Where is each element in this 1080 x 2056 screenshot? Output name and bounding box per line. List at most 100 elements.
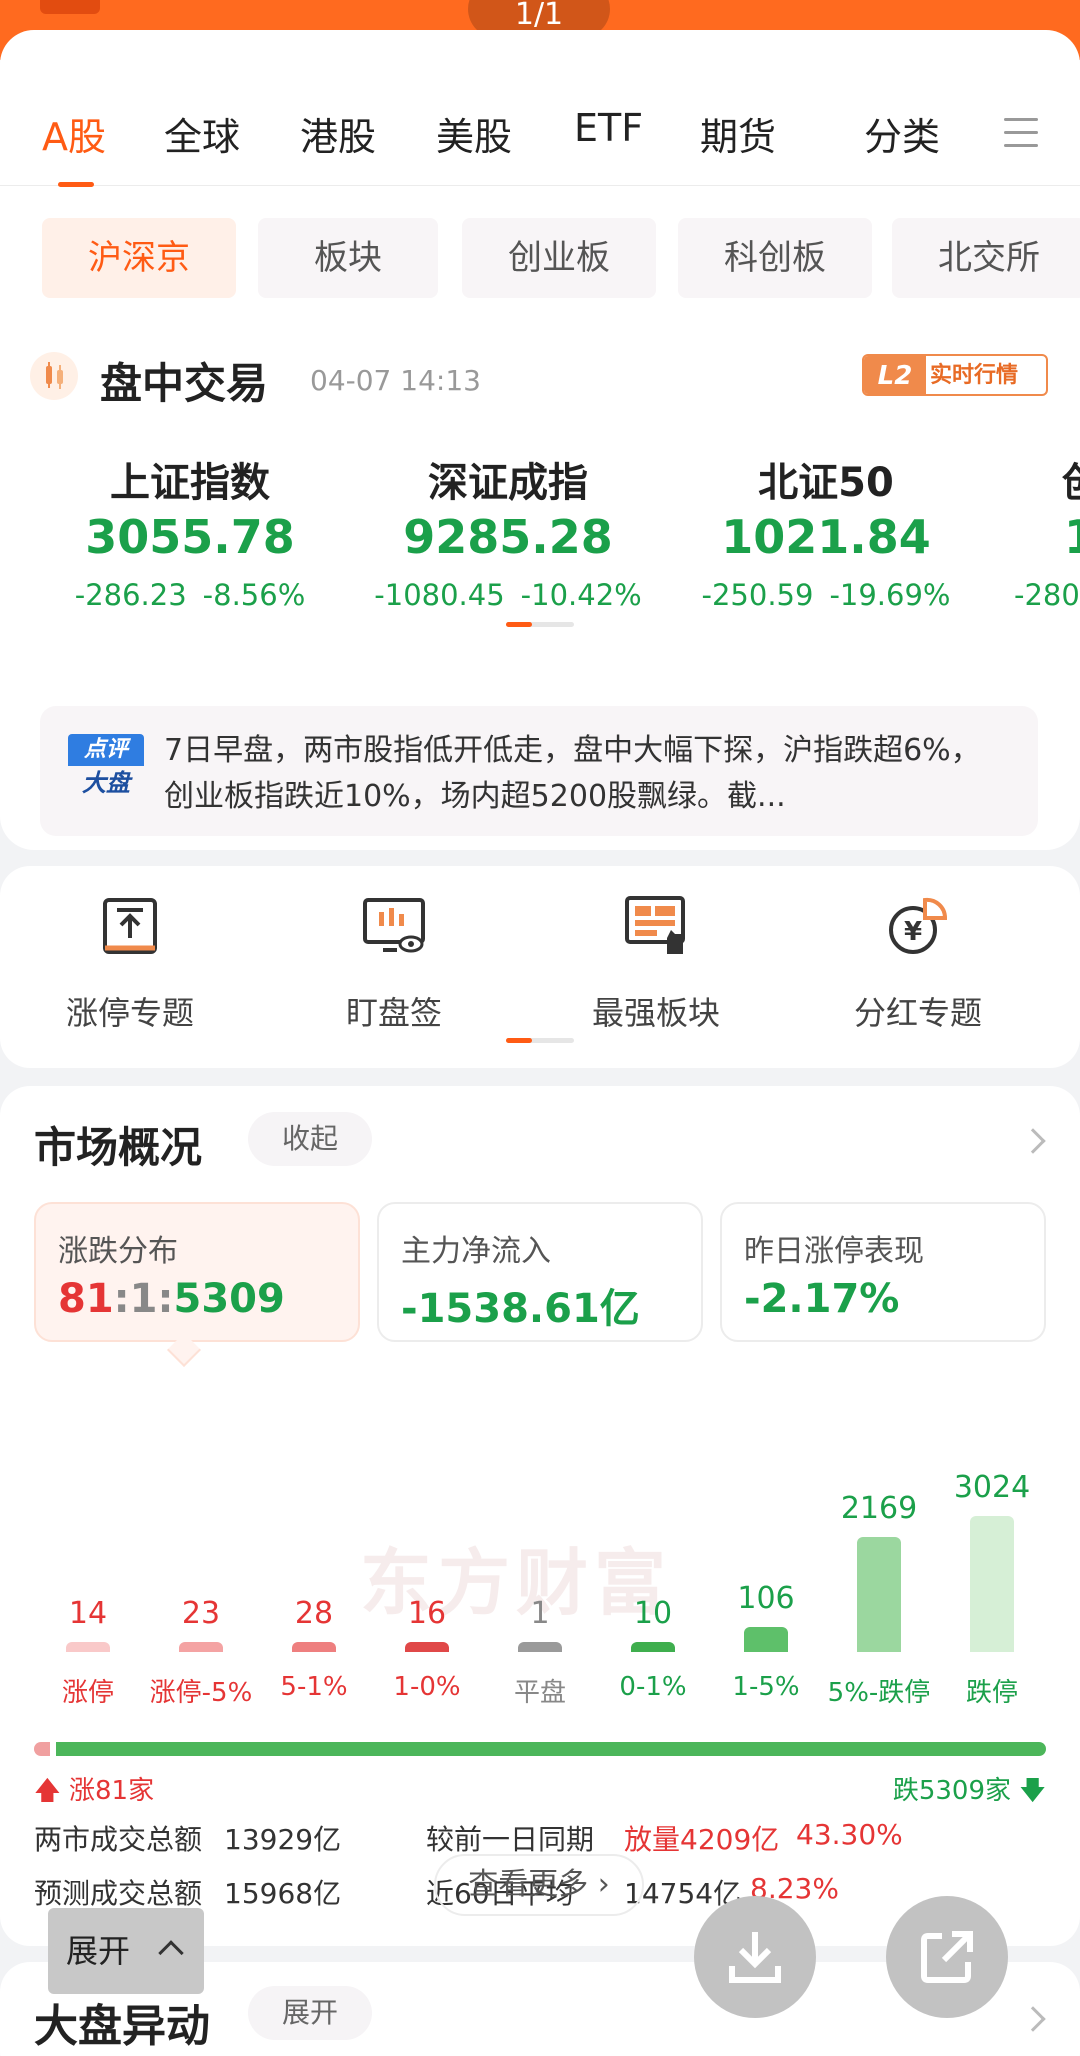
tab-futures[interactable]: 期货 [700, 106, 776, 161]
distribution-bar [970, 1516, 1014, 1652]
rise-fall-ratio-bar [34, 1742, 1046, 1756]
index-change-pct: -19.69% [829, 578, 951, 612]
intraday-header: 盘中交易 04-07 14:13 L2 实时行情 [0, 350, 1080, 410]
rise-fall-distribution-chart: 东方财富 14 涨停 23 涨停-5% 28 5-1% 16 1-0% 1 平盘 10 0-1% 106… [0, 1376, 1080, 1716]
index-change: -286.23 [74, 578, 187, 612]
turnover-total-value: 13929亿 [224, 1823, 342, 1856]
tab-a-share[interactable]: A股 [42, 106, 106, 161]
stat-value: -1538.61亿 [401, 1286, 640, 1332]
distribution-bar [744, 1626, 788, 1652]
chip-star-market[interactable]: 科创板 [678, 218, 872, 298]
stat-yesterday-limit-up[interactable]: 昨日涨停表现 -2.17% [720, 1202, 1046, 1342]
tab-etf[interactable]: ETF [574, 106, 643, 150]
stat-value: -2.17% [744, 1276, 900, 1322]
tab-global[interactable]: 全球 [164, 106, 240, 161]
chip-chinext[interactable]: 创业板 [462, 218, 656, 298]
index-value: 9285.28 [403, 510, 613, 564]
index-change: -1080.45 [374, 578, 505, 612]
distribution-count: 14 [68, 1596, 108, 1631]
turnover-compare-pct: 43.30% [796, 1818, 903, 1851]
menu-icon[interactable] [1004, 118, 1038, 148]
l2-realtime-badge[interactable]: L2 实时行情 [862, 354, 1048, 396]
distribution-bar [631, 1642, 675, 1652]
market-commentary[interactable]: 点评 大盘 7日早盘，两市股指低开低走，盘中大幅下探，沪指跌超6%，创业板指跌近… [40, 706, 1038, 836]
distribution-bar [66, 1642, 110, 1652]
segment-chips: 沪深京 板块 创业板 科创板 北交所 [0, 218, 1080, 298]
tool-strongest-sector[interactable]: 最强板块 [546, 894, 766, 1034]
tab-hk[interactable]: 港股 [300, 106, 376, 161]
distribution-category-label: 涨停-5% [149, 1678, 253, 1708]
tab-category[interactable]: 分类 [864, 106, 940, 161]
chip-hushenjing[interactable]: 沪深京 [42, 218, 236, 298]
distribution-count: 2169 [840, 1490, 918, 1526]
upload-box-icon [97, 894, 163, 960]
chip-sectors[interactable]: 板块 [258, 218, 438, 298]
distribution-count: 3024 [953, 1470, 1031, 1505]
index-change: -280 [1014, 578, 1080, 612]
market-card: A股 全球 港股 美股 ETF 期货 分类 沪深京 板块 创业板 科创板 北交所… [0, 30, 1080, 850]
distribution-category-label: 涨停 [61, 1678, 114, 1708]
index-name: 创 [994, 450, 1080, 506]
realtime-label: 实时行情 [930, 363, 1019, 388]
tool-limit-up[interactable]: 涨停专题 [20, 894, 240, 1034]
floating-expand-button[interactable]: 展开 [48, 1908, 204, 1994]
index-card[interactable]: 深证成指 9285.28 -1080.45 -10.42% [358, 450, 658, 612]
tab-active-indicator [58, 182, 94, 187]
ratio-down-label: 跌5309家 🡇 [892, 1776, 1046, 1806]
market-tabs: A股 全球 港股 美股 ETF 期货 分类 [0, 60, 1080, 187]
chip-bse[interactable]: 北交所 [892, 218, 1080, 298]
index-name: 北证50 [758, 460, 894, 506]
share-button[interactable] [886, 1896, 1008, 2018]
stat-main-net-inflow[interactable]: 主力净流入 -1538.61亿 [377, 1202, 703, 1342]
index-name: 深证成指 [428, 460, 588, 506]
distribution-category-label: 0-1% [619, 1672, 687, 1702]
turnover-compare-label: 较前一日同期 [426, 1823, 595, 1856]
collapse-button[interactable]: 收起 [248, 1112, 372, 1166]
yen-coin-icon: ¥ [885, 894, 951, 960]
distribution-bar [179, 1642, 223, 1652]
intraday-title: 盘中交易 [100, 359, 269, 408]
chevron-right-icon[interactable] [1020, 2006, 1046, 2032]
distribution-count: 23 [181, 1596, 221, 1631]
index-change-pct: -10.42% [520, 578, 642, 612]
distribution-count: 1 [530, 1596, 550, 1631]
index-name: 上证指数 [110, 460, 270, 506]
distribution-bar [857, 1536, 901, 1652]
distribution-count: 16 [407, 1596, 447, 1631]
stat-rise-fall-distribution[interactable]: 涨跌分布 81:1:5309 [34, 1202, 360, 1342]
chevron-right-icon[interactable] [1020, 1128, 1046, 1154]
arrow-down-icon: 🡇 [1019, 1776, 1046, 1806]
distribution-count: 106 [737, 1580, 795, 1616]
distribution-category-label: 1-5% [732, 1672, 800, 1702]
chevron-up-icon [158, 1940, 184, 1966]
distribution-category-label: 跌停 [965, 1678, 1018, 1708]
candlestick-icon [30, 352, 78, 400]
distribution-category-label: 1-0% [393, 1672, 461, 1702]
index-card-partial[interactable]: 创 1 -280 [994, 450, 1080, 612]
turnover-forecast-value: 15968亿 [224, 1877, 342, 1910]
tool-watch-tag[interactable]: 盯盘签 [284, 894, 504, 1034]
turnover-compare-value: 放量4209亿 [624, 1823, 780, 1856]
l2-label: L2 [864, 356, 926, 394]
stat-value: 81:1:5309 [58, 1276, 285, 1322]
svg-text:¥: ¥ [904, 917, 922, 947]
tab-us[interactable]: 美股 [436, 106, 512, 161]
view-more-button[interactable]: 查看更多 › [434, 1854, 644, 1916]
download-button[interactable] [694, 1896, 816, 2018]
index-value: 1 [994, 510, 1080, 572]
expand-button[interactable]: 展开 [248, 1986, 372, 2040]
distribution-category-label: 5%-跌停 [827, 1678, 931, 1708]
market-overview-title: 市场概况 [34, 1123, 203, 1172]
tool-dividend[interactable]: ¥ 分红专题 [808, 894, 1028, 1034]
tool-label: 涨停专题 [65, 994, 194, 1032]
distribution-category-label: 5-1% [280, 1672, 348, 1702]
intraday-timestamp: 04-07 14:13 [310, 364, 481, 397]
index-card[interactable]: 北证50 1021.84 -250.59 -19.69% [676, 450, 976, 612]
tools-card: 涨停专题 盯盘签 最强板块 ¥ 分红专题 [0, 866, 1080, 1068]
commentary-text: 7日早盘，两市股指低开低走，盘中大幅下探，沪指跌超6%，创业板指跌近10%，场内… [164, 733, 981, 814]
monitor-eye-icon [361, 894, 427, 960]
index-card[interactable]: 上证指数 3055.78 -286.23 -8.56% [40, 450, 340, 612]
distribution-bar [518, 1642, 562, 1652]
stat-label: 昨日涨停表现 [744, 1234, 924, 1269]
share-icon [921, 1931, 973, 1983]
